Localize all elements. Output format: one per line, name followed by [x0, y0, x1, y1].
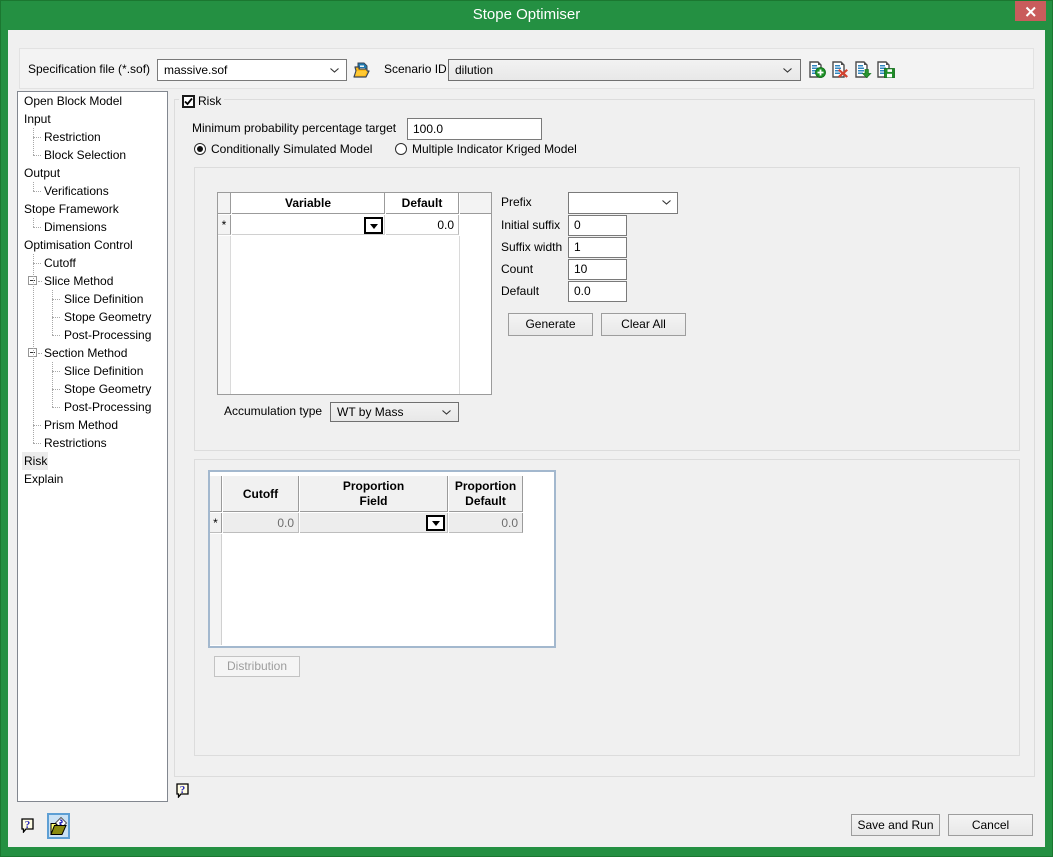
svg-text:?: ?	[180, 784, 186, 796]
svg-text:?: ?	[25, 819, 31, 831]
